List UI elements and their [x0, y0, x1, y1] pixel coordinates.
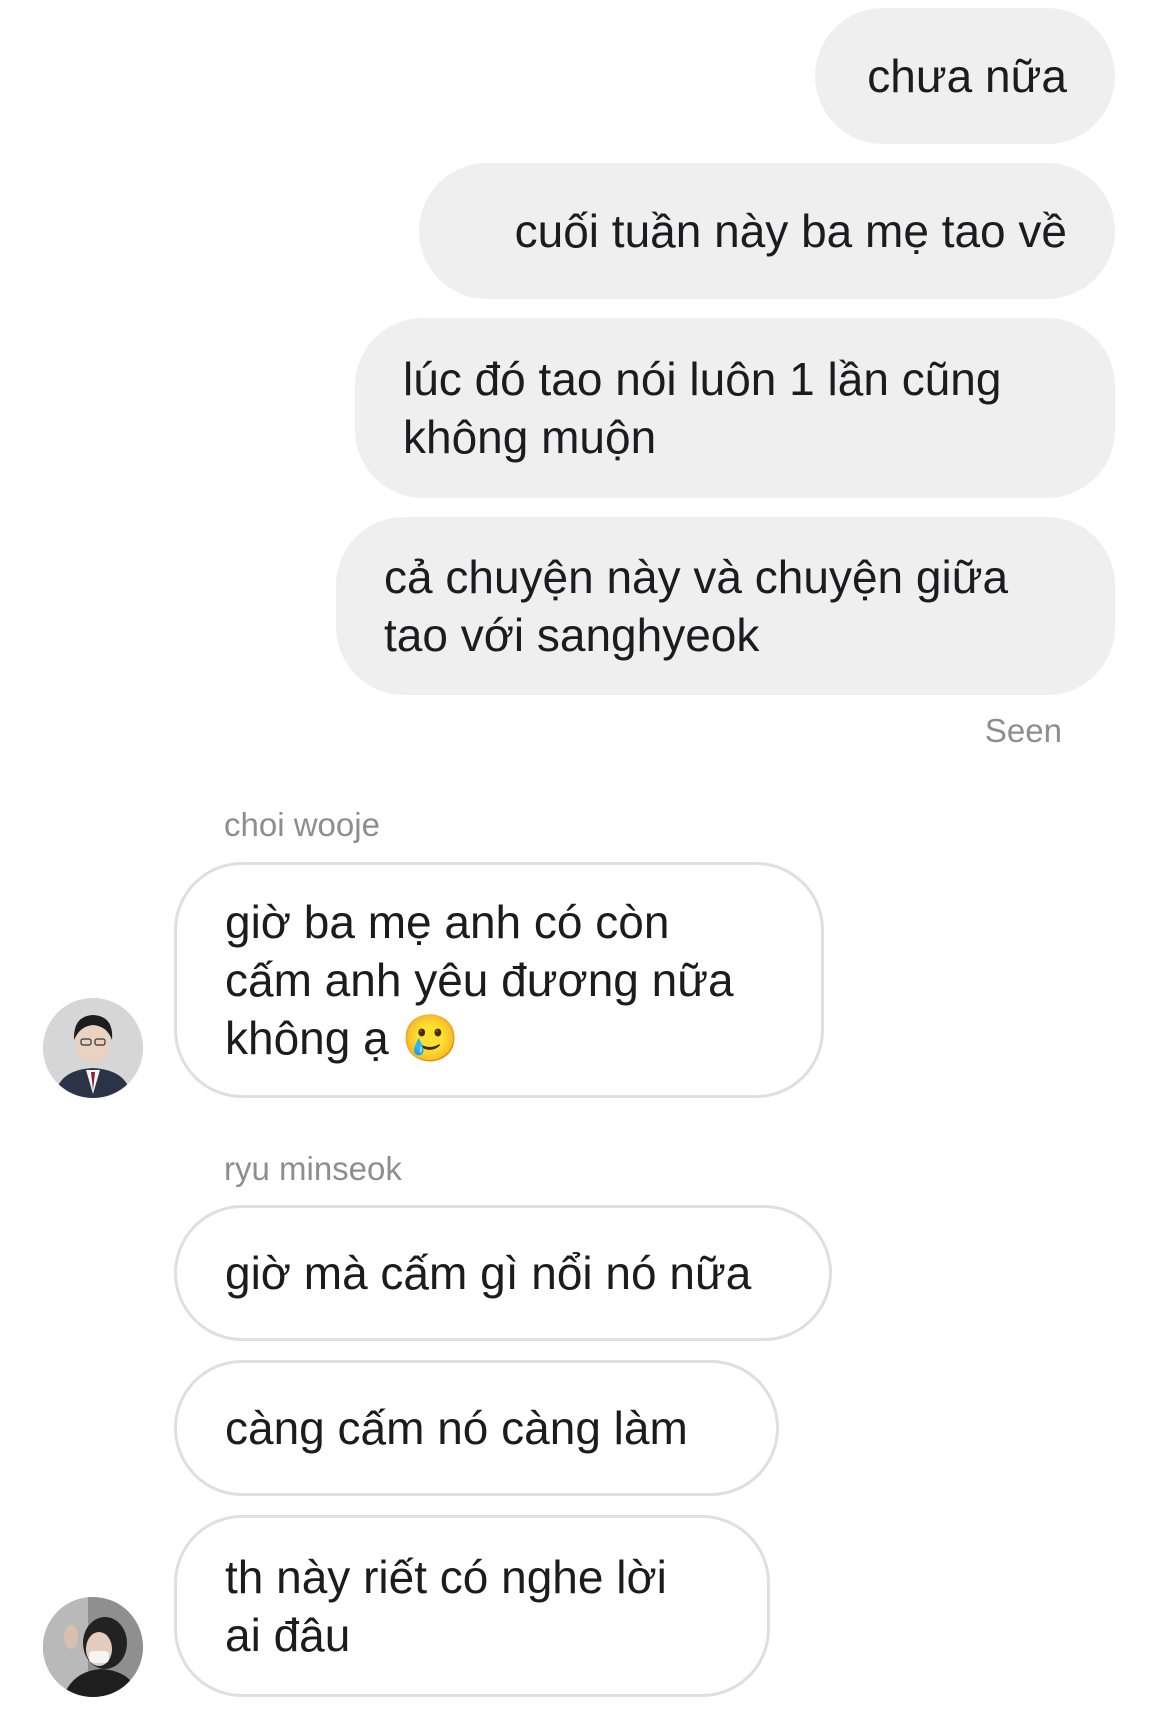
- incoming-message[interactable]: càng cấm nó càng làm: [174, 1360, 779, 1496]
- person-photo-icon: [43, 1597, 143, 1697]
- outgoing-message[interactable]: cả chuyện này và chuyện giữa tao với san…: [336, 517, 1115, 695]
- message-text: lúc đó tao nói luôn 1 lần cũng không muộ…: [403, 353, 1002, 463]
- incoming-message[interactable]: giờ mà cấm gì nổi nó nữa: [174, 1205, 832, 1341]
- message-text: chưa nữa: [867, 50, 1067, 102]
- outgoing-message[interactable]: cuối tuần này ba mẹ tao về: [419, 163, 1115, 299]
- incoming-message[interactable]: giờ ba mẹ anh có còn cấm anh yêu đương n…: [174, 862, 824, 1098]
- message-text: càng cấm nó càng làm: [225, 1402, 688, 1454]
- sender-name: choi wooje: [224, 806, 380, 843]
- outgoing-message[interactable]: chưa nữa: [815, 8, 1115, 144]
- avatar-ryu-minseok[interactable]: [43, 1597, 143, 1697]
- message-text: th này riết có nghe lời ai đâu: [225, 1551, 667, 1661]
- message-text: giờ mà cấm gì nổi nó nữa: [225, 1247, 752, 1299]
- message-text: cuối tuần này ba mẹ tao về: [514, 205, 1067, 257]
- avatar-choi-wooje[interactable]: [43, 998, 143, 1098]
- sender-name: ryu minseok: [224, 1150, 402, 1187]
- message-text: cả chuyện này và chuyện giữa tao với san…: [384, 551, 1009, 661]
- seen-status: Seen: [984, 712, 1062, 749]
- outgoing-message[interactable]: lúc đó tao nói luôn 1 lần cũng không muộ…: [355, 318, 1115, 498]
- person-photo-icon: [43, 998, 143, 1098]
- message-text: giờ ba mẹ anh có còn cấm anh yêu đương n…: [225, 896, 734, 1064]
- incoming-message[interactable]: th này riết có nghe lời ai đâu: [174, 1515, 770, 1697]
